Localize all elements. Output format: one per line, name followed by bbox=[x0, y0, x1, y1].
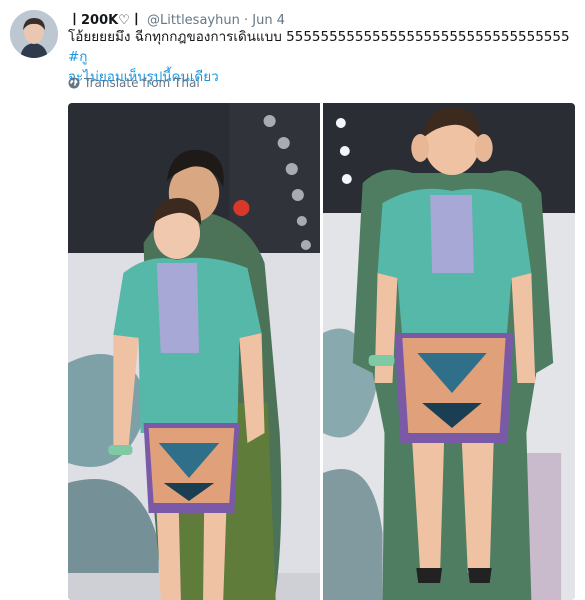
tweet-card: 丨200K♡丨 @Littlesayhun · Jun 4 โอ้ยยยยมึง… bbox=[0, 0, 585, 600]
avatar-image bbox=[10, 10, 58, 58]
runway-photo-right bbox=[323, 103, 575, 600]
separator: · bbox=[243, 13, 249, 28]
photo-left[interactable] bbox=[68, 103, 320, 600]
photo-right[interactable] bbox=[323, 103, 575, 600]
media-grid bbox=[68, 103, 575, 600]
translate-link[interactable]: Translate from Thai bbox=[68, 74, 200, 92]
hashtag-part-a: #กู bbox=[68, 49, 88, 65]
tweet-header: 丨200K♡丨 @Littlesayhun · Jun 4 bbox=[68, 9, 285, 28]
handle[interactable]: @Littlesayhun bbox=[147, 13, 240, 28]
translate-label: Translate from Thai bbox=[84, 76, 200, 90]
runway-photo-left bbox=[68, 103, 320, 600]
globe-icon bbox=[68, 77, 80, 89]
avatar[interactable] bbox=[10, 10, 58, 58]
display-name[interactable]: 丨200K♡丨 bbox=[68, 13, 143, 28]
tweet-text-body: โอ้ยยยยมึง ฉีกทุกกฎของการเดินแบบ 5555555… bbox=[68, 29, 570, 45]
tweet-date[interactable]: Jun 4 bbox=[252, 13, 285, 28]
